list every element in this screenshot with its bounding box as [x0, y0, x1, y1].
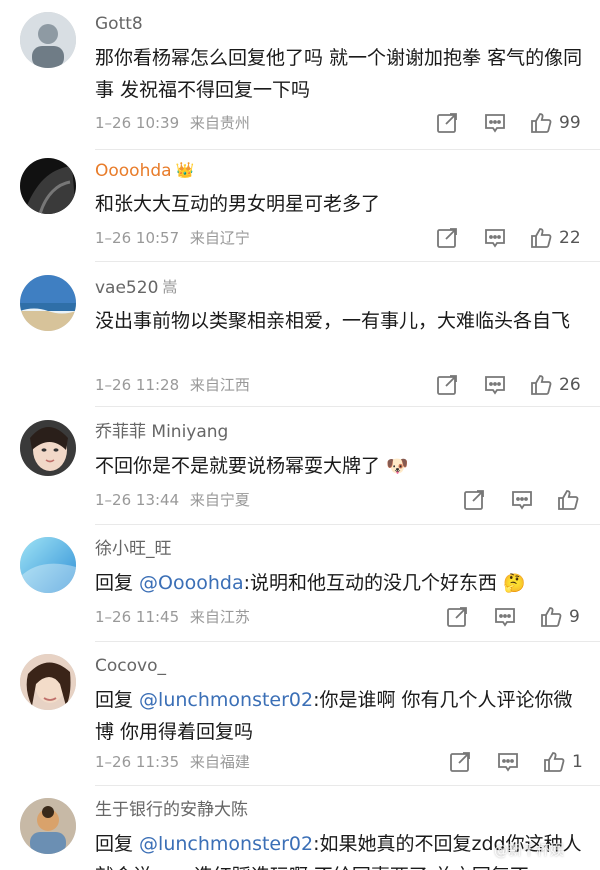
comment-item: Cocovo_ 回复 @lunchmonster02:你是谁啊 你有几个人评论你… [0, 654, 600, 794]
comment-text: 没出事前物以类聚相亲相爱，一有事儿，大难临头各自飞 [95, 310, 571, 332]
mention-link[interactable]: @lunchmonster02 [139, 689, 313, 711]
like-count: 9 [569, 607, 580, 627]
comment-icon[interactable] [510, 488, 534, 512]
thinking-emoji: 🤔 [503, 573, 526, 594]
share-icon[interactable] [435, 226, 459, 250]
comment-meta: 1–26 10:57 来自辽宁 [95, 228, 250, 248]
like-icon[interactable] [529, 226, 553, 250]
comment-actions: 99 [435, 111, 585, 135]
comment-time: 1–26 11:35 [95, 753, 180, 771]
comment-item: Gott8 那你看杨幂怎么回复他了吗 就一个谢谢加抱拳 客气的像同事 发祝福不得… [0, 12, 600, 162]
comment-actions: 9 [445, 605, 585, 629]
comment-icon[interactable] [493, 605, 517, 629]
avatar[interactable] [20, 275, 76, 331]
comment-location: 来自宁夏 [189, 491, 250, 509]
username[interactable]: 徐小旺_旺 [95, 537, 172, 561]
comment-location: 来自江西 [189, 376, 250, 394]
avatar[interactable] [20, 158, 76, 214]
user-badge: 嵩 [162, 278, 178, 296]
username[interactable]: 生于银行的安静大陈 [95, 798, 248, 822]
comment-text: 回复 @Oooohda:说明和他互动的没几个好东西 🤔 [95, 572, 526, 594]
like-count: 22 [559, 228, 581, 248]
comment-actions: 26 [435, 373, 585, 397]
like-icon[interactable] [539, 605, 563, 629]
doge-emoji: 🐶 [386, 456, 409, 477]
comment-icon[interactable] [496, 750, 520, 774]
comment-meta: 1–26 11:35 来自福建 [95, 752, 250, 772]
comment-text: 那你看杨幂怎么回复他了吗 就一个谢谢加抱拳 客气的像同事 发祝福不得回复一下吗 [95, 47, 583, 101]
like-count: 26 [559, 375, 581, 395]
divider [95, 641, 600, 642]
comment-location: 来自贵州 [189, 114, 250, 132]
comment-text: 回复 @lunchmonster02:你是谁啊 你有几个人评论你微博 你用得着回… [95, 689, 573, 743]
divider [95, 149, 600, 150]
username[interactable]: Cocovo_ [95, 654, 166, 678]
vip-crown-icon: 👑 [175, 161, 195, 179]
comment-actions: 1 [448, 750, 585, 774]
comment-icon[interactable] [483, 373, 507, 397]
comment-actions: 22 [435, 226, 585, 250]
share-icon[interactable] [448, 750, 472, 774]
comment-icon[interactable] [483, 111, 507, 135]
like-icon[interactable] [542, 750, 566, 774]
username[interactable]: Gott8 [95, 12, 143, 36]
avatar[interactable] [20, 537, 76, 593]
like-icon[interactable] [529, 373, 553, 397]
like-count: 1 [572, 752, 583, 772]
watermark: @新千杯娱 [494, 843, 564, 859]
divider [95, 261, 600, 262]
share-icon[interactable] [462, 488, 486, 512]
divider [95, 524, 600, 525]
like-icon[interactable] [556, 488, 580, 512]
comment-text: 和张大大互动的男女明星可老多了 [95, 193, 381, 215]
share-icon[interactable] [445, 605, 469, 629]
comment-meta: 1–26 13:44 来自宁夏 [95, 490, 250, 510]
mention-link[interactable]: @Oooohda [139, 572, 244, 594]
comment-meta: 1–26 10:39 来自贵州 [95, 113, 250, 133]
mention-link[interactable]: @lunchmonster02 [139, 833, 313, 855]
avatar[interactable] [20, 420, 76, 476]
username[interactable]: Oooohda 👑 [95, 158, 194, 183]
comment-meta: 1–26 11:45 来自江苏 [95, 607, 250, 627]
comment-meta: 1–26 11:28 来自江西 [95, 375, 250, 395]
comment-time: 1–26 11:28 [95, 376, 180, 394]
comment-text: 不回你是不是就要说杨幂耍大牌了 🐶 [95, 455, 409, 477]
comment-icon[interactable] [483, 226, 507, 250]
comment-location: 来自江苏 [189, 608, 250, 626]
comment-time: 1–26 10:39 [95, 114, 180, 132]
avatar[interactable] [20, 798, 76, 854]
comment-location: 来自福建 [189, 753, 250, 771]
comment-item: 乔菲菲 Miniyang 不回你是不是就要说杨幂耍大牌了 🐶 1–26 13:4… [0, 420, 600, 535]
like-icon[interactable] [529, 111, 553, 135]
comment-item: Oooohda 👑 和张大大互动的男女明星可老多了 1–26 10:57 来自辽宁… [0, 158, 600, 278]
divider [95, 785, 600, 786]
comment-location: 来自辽宁 [189, 229, 250, 247]
like-count: 99 [559, 113, 581, 133]
comment-time: 1–26 11:45 [95, 608, 180, 626]
comment-item: vae520 嵩 没出事前物以类聚相亲相爱，一有事儿，大难临头各自飞 1–26 1… [0, 275, 600, 415]
avatar[interactable] [20, 654, 76, 710]
username[interactable]: 乔菲菲 Miniyang [95, 420, 228, 444]
share-icon[interactable] [435, 111, 459, 135]
comment-item: 徐小旺_旺 回复 @Oooohda:说明和他互动的没几个好东西 🤔 1–26 1… [0, 537, 600, 652]
avatar[interactable] [20, 12, 76, 68]
share-icon[interactable] [435, 373, 459, 397]
comment-time: 1–26 13:44 [95, 491, 180, 509]
username[interactable]: vae520 嵩 [95, 275, 177, 300]
comment-actions [462, 488, 585, 512]
divider [95, 406, 600, 407]
comment-time: 1–26 10:57 [95, 229, 180, 247]
